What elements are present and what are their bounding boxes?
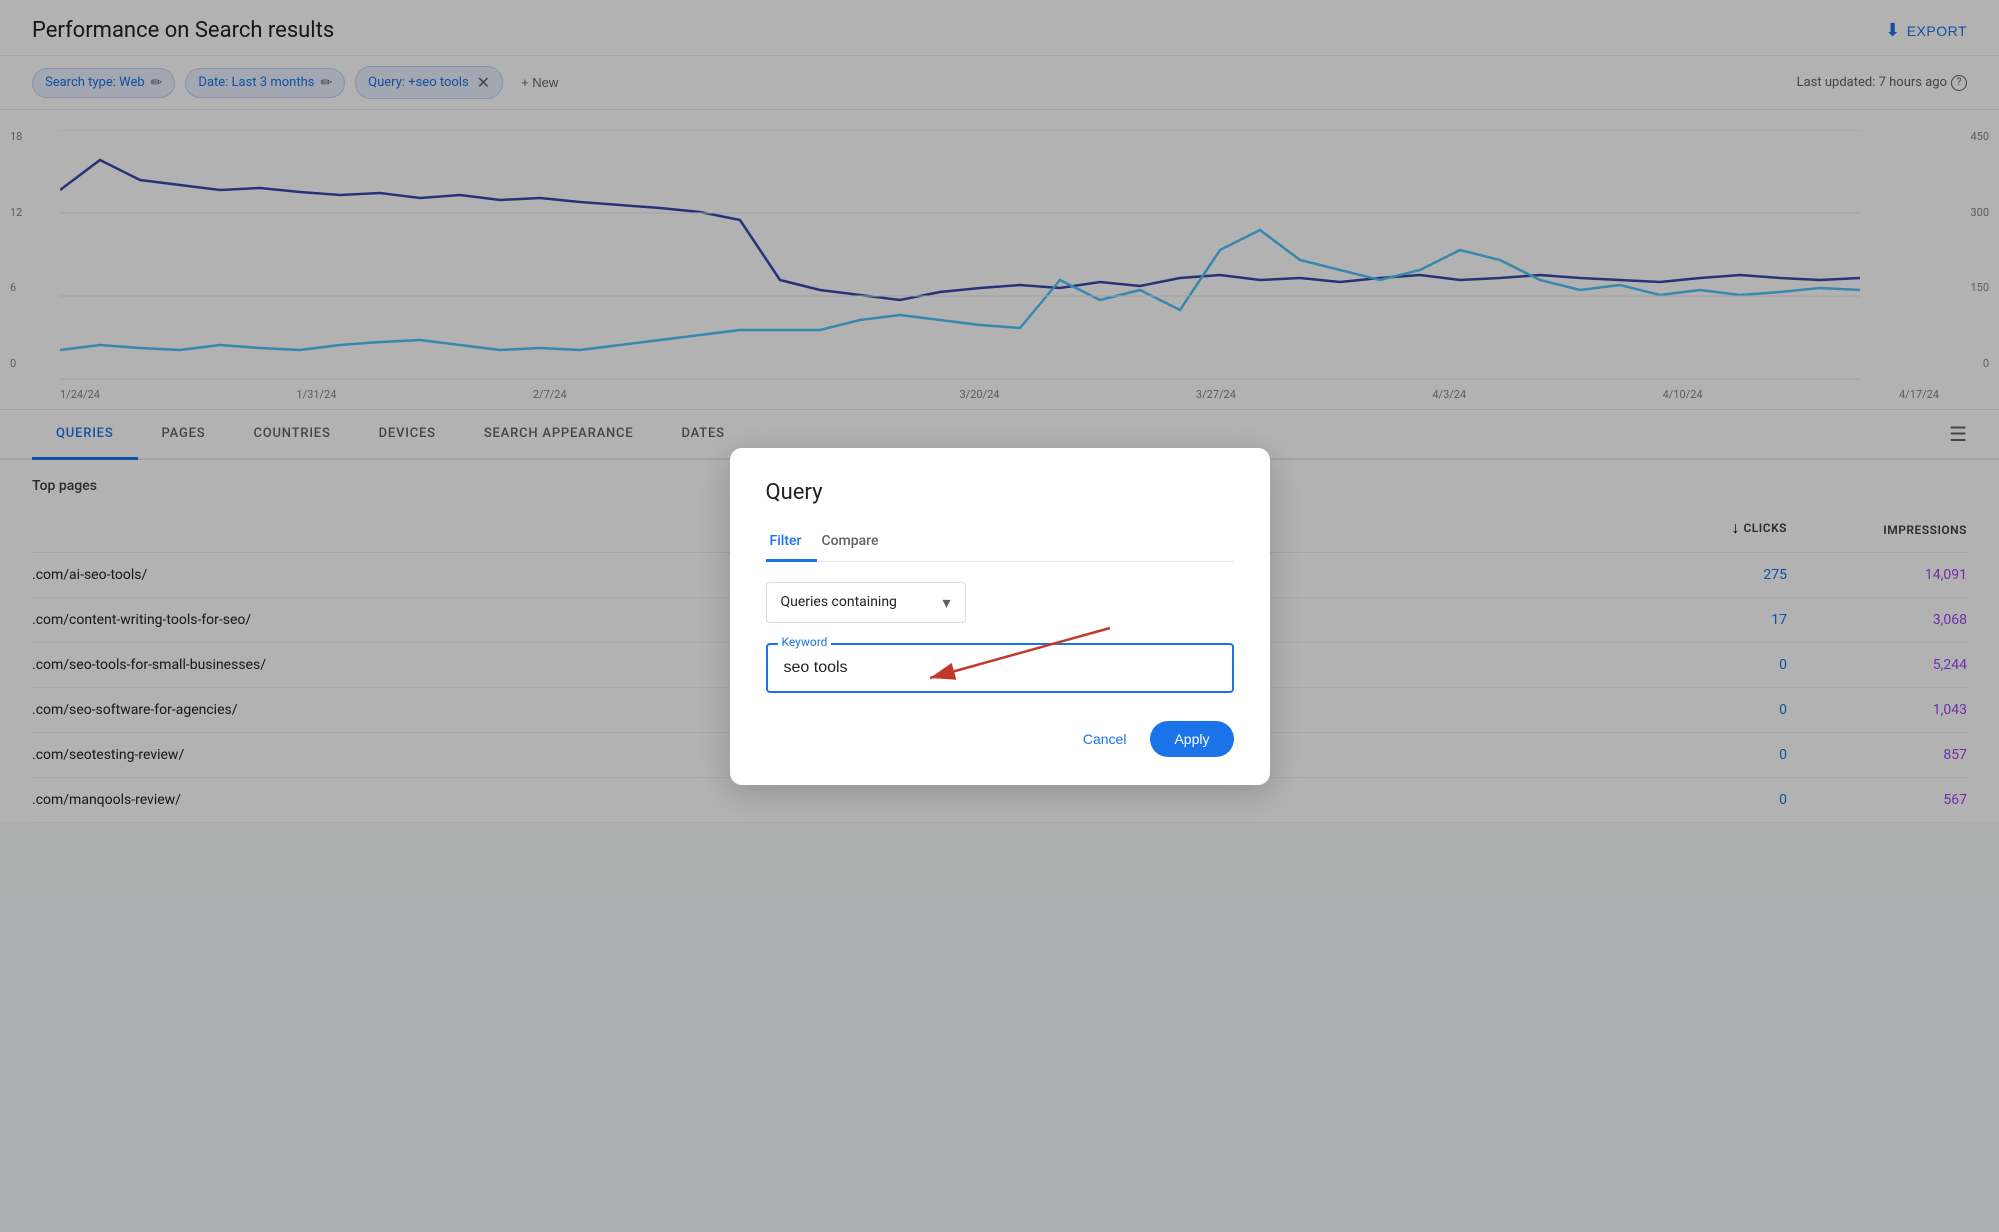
keyword-label: Keyword bbox=[778, 635, 832, 649]
modal-tab-compare[interactable]: Compare bbox=[817, 525, 894, 562]
modal-overlay[interactable]: Query Filter Compare Queries containing … bbox=[0, 0, 1999, 1232]
query-type-dropdown[interactable]: Queries containing ▾ bbox=[766, 582, 966, 623]
dropdown-value: Queries containing bbox=[781, 594, 897, 610]
modal-actions: Cancel Apply bbox=[766, 721, 1234, 757]
modal-title: Query bbox=[766, 480, 1234, 505]
query-modal: Query Filter Compare Queries containing … bbox=[730, 448, 1270, 785]
keyword-input[interactable] bbox=[766, 643, 1234, 693]
keyword-input-wrapper: Keyword bbox=[766, 643, 1234, 693]
apply-button[interactable]: Apply bbox=[1150, 721, 1233, 757]
cancel-button[interactable]: Cancel bbox=[1067, 721, 1143, 757]
dropdown-container: Queries containing ▾ bbox=[766, 582, 1234, 623]
modal-tab-filter[interactable]: Filter bbox=[766, 525, 818, 562]
chevron-down-icon: ▾ bbox=[942, 593, 950, 612]
modal-tabs: Filter Compare bbox=[766, 525, 1234, 562]
